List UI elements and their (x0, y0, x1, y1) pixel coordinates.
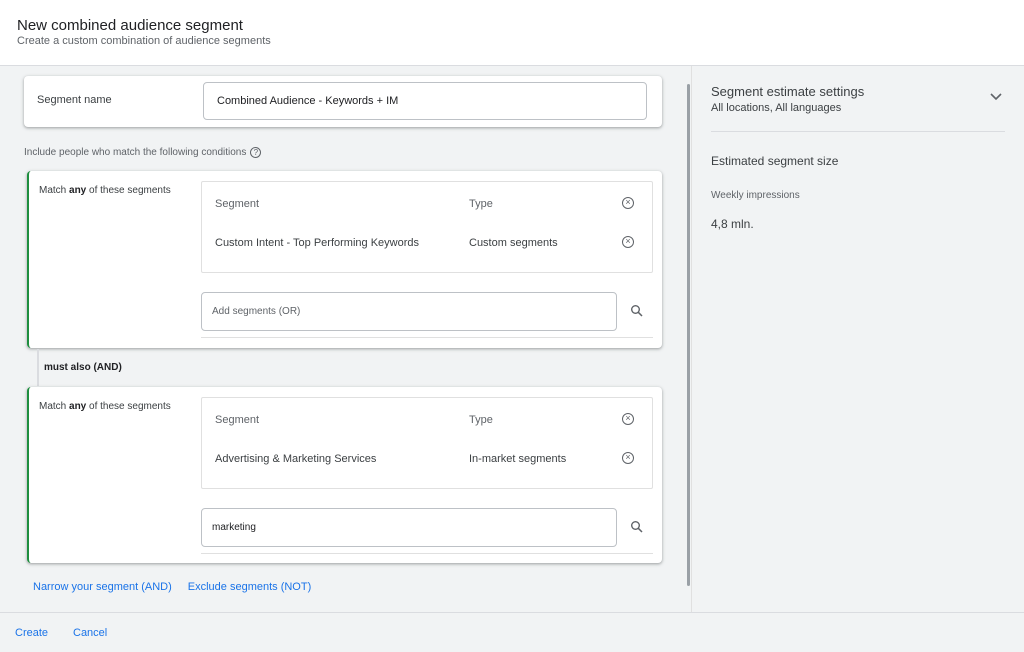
conditions-text: Include people who match the following c… (24, 147, 247, 158)
close-circle-icon[interactable]: × (622, 413, 634, 425)
close-circle-icon[interactable]: × (622, 197, 634, 209)
page-title: New combined audience segment (17, 17, 243, 34)
estimate-settings-title[interactable]: Segment estimate settings (711, 84, 864, 99)
table-row: Custom Intent - Top Performing Keywords … (202, 236, 652, 273)
segment-group-1: Match any of these segments Segment Type… (27, 171, 662, 348)
add-segments-input[interactable]: marketing (201, 508, 617, 547)
narrow-segment-link[interactable]: Narrow your segment (AND) (33, 581, 172, 593)
match-label: Match any of these segments (39, 185, 171, 196)
type-cell: Custom segments (469, 237, 558, 249)
estimate-settings-subtitle: All locations, All languages (711, 102, 842, 114)
chevron-down-icon[interactable] (989, 92, 1003, 102)
segment-name-input[interactable]: Combined Audience - Keywords + IM (203, 82, 647, 120)
estimated-size-title: Estimated segment size (711, 154, 839, 168)
action-links: Narrow your segment (AND) Exclude segmen… (33, 581, 311, 593)
segment-table: Segment Type × Custom Intent - Top Perfo… (201, 181, 653, 273)
column-header-type: Type (469, 414, 493, 426)
scrollbar[interactable] (687, 84, 690, 586)
column-header-segment: Segment (215, 198, 260, 210)
column-header-type: Type (469, 198, 493, 210)
table-header: Segment Type × (202, 197, 652, 234)
match-label: Match any of these segments (39, 401, 171, 412)
segment-table: Segment Type × Advertising & Marketing S… (201, 397, 653, 489)
table-row: Advertising & Marketing Services In-mark… (202, 452, 652, 489)
and-label: must also (AND) (44, 362, 122, 373)
weekly-impressions-label: Weekly impressions (711, 190, 800, 201)
divider (201, 337, 653, 338)
add-segments-input[interactable]: Add segments (OR) (201, 292, 617, 331)
segment-cell: Advertising & Marketing Services (215, 453, 377, 465)
estimate-panel: Segment estimate settings All locations,… (691, 66, 1024, 612)
close-circle-icon[interactable]: × (622, 236, 634, 248)
cancel-button[interactable]: Cancel (73, 627, 107, 639)
segment-name-label: Segment name (37, 94, 112, 106)
page-header: New combined audience segment Create a c… (0, 0, 1024, 66)
help-circle-icon[interactable]: ? (250, 147, 262, 158)
search-icon[interactable] (630, 520, 644, 534)
segment-group-2: Match any of these segments Segment Type… (27, 387, 662, 563)
page-subtitle: Create a custom combination of audience … (17, 35, 271, 47)
weekly-impressions-value: 4,8 mln. (711, 217, 754, 231)
conditions-label: Include people who match the following c… (24, 147, 262, 158)
segment-cell: Custom Intent - Top Performing Keywords (215, 237, 419, 249)
table-header: Segment Type × (202, 413, 652, 450)
and-connector (37, 349, 39, 386)
column-header-segment: Segment (215, 414, 260, 426)
divider (711, 131, 1005, 132)
footer: Create Cancel (0, 612, 1024, 652)
create-button[interactable]: Create (15, 627, 48, 639)
close-circle-icon[interactable]: × (622, 452, 634, 464)
type-cell: In-market segments (469, 453, 567, 465)
divider (201, 553, 653, 554)
search-icon[interactable] (630, 304, 644, 318)
exclude-segments-link[interactable]: Exclude segments (NOT) (188, 581, 311, 593)
segment-name-card: Segment name Combined Audience - Keyword… (24, 76, 662, 127)
